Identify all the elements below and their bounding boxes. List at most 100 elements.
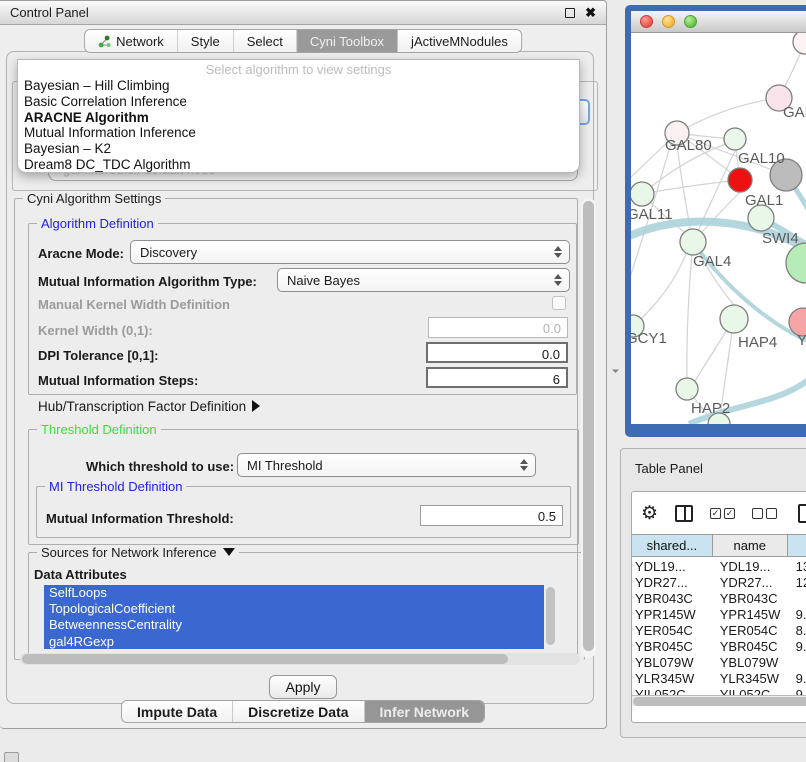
manual-kernel-width-checkbox[interactable] (552, 296, 566, 310)
mi-threshold-definition-title: MI Threshold Definition (45, 479, 186, 494)
tab-network[interactable]: Network (85, 30, 178, 52)
network-node[interactable] (676, 378, 698, 400)
table-row[interactable]: YPR145WYPR145W9. (632, 607, 806, 623)
network-icon (98, 35, 111, 48)
apply-button[interactable]: Apply (269, 675, 337, 699)
panel-resize-handle[interactable] (612, 366, 619, 373)
tab-network-label: Network (116, 34, 164, 49)
table-row[interactable]: YBR043CYBR043C (632, 591, 806, 607)
algorithm-option[interactable]: ARACNE Algorithm (18, 110, 579, 126)
export-table-icon[interactable] (798, 504, 806, 523)
network-node[interactable] (728, 168, 752, 192)
algorithm-dropdown-popup: Select algorithm to view settings Bayesi… (17, 59, 580, 173)
manual-kernel-width-label: Manual Kernel Width Definition (38, 297, 230, 312)
algorithm-dropdown-list: Bayesian – Hill ClimbingBasic Correlatio… (18, 78, 579, 173)
network-node[interactable] (631, 182, 654, 206)
column-header-shared[interactable]: shared... (632, 535, 713, 556)
algorithm-option[interactable]: Basic Correlation Inference (18, 94, 579, 110)
attributes-scrollbar[interactable] (545, 586, 556, 648)
table-row[interactable]: YLR345WYLR345W9. (632, 671, 806, 687)
column-header-partial[interactable]: A (788, 535, 806, 556)
network-node-label: HAP4 (738, 334, 777, 351)
table-panel-box: ⚙ ✓✓ shared... name A YDL19...YDL19...13… (631, 491, 806, 723)
tab-cyni-toolbox[interactable]: Cyni Toolbox (297, 30, 398, 52)
table-cell: YER054C (713, 623, 788, 639)
algorithm-dropdown-prompt: Select algorithm to view settings (18, 60, 579, 78)
network-node-label: GAL (783, 104, 806, 121)
close-panel-icon[interactable]: ✖ (585, 8, 596, 18)
gear-icon[interactable]: ⚙ (641, 504, 658, 523)
algorithm-option[interactable]: Mutual Information Inference (18, 125, 579, 141)
sources-title[interactable]: Sources for Network Inference (37, 545, 239, 560)
table-cell: 13 (788, 559, 806, 575)
column-header-name[interactable]: name (713, 535, 788, 556)
select-all-checkboxes-icon[interactable]: ✓✓ (710, 508, 735, 519)
tab-discretize-data[interactable]: Discretize Data (233, 701, 364, 722)
attribute-item[interactable]: TopologicalCoefficient (44, 601, 544, 617)
zoom-window-icon[interactable] (684, 15, 697, 28)
mi-threshold-field[interactable]: 0.5 (420, 505, 563, 526)
control-panel-title: Control Panel (10, 5, 89, 20)
table-cell: YLR345W (713, 671, 788, 687)
table-cell: YBR045C (632, 639, 713, 655)
table-row[interactable]: YDR27...YDR27...12 (632, 575, 806, 591)
table-row[interactable]: YIL052CYIL052C9 (632, 687, 806, 695)
table-cell: 9. (788, 639, 806, 655)
network-node-label: GAL10 (738, 150, 785, 167)
algorithm-option[interactable]: Bayesian – Hill Climbing (18, 78, 579, 94)
which-threshold-select[interactable]: MI Threshold (237, 453, 536, 477)
network-node[interactable] (680, 229, 706, 255)
aracne-mode-label: Aracne Mode: (38, 246, 124, 261)
table-panel-title: Table Panel (621, 449, 806, 476)
network-node-label: Y (797, 332, 806, 349)
hub-definition-expander[interactable]: Hub/Transcription Factor Definition (38, 399, 260, 414)
table-cell: YDR27... (713, 575, 788, 591)
table-row[interactable]: YBL079WYBL079W (632, 655, 806, 671)
algorithm-option[interactable]: Bayesian – K2 (18, 141, 579, 157)
table-row[interactable]: YBR045CYBR045C9. (632, 639, 806, 655)
columns-icon[interactable] (675, 505, 693, 522)
table-horizontal-scrollbar[interactable] (632, 695, 806, 706)
network-node[interactable] (786, 243, 806, 283)
float-panel-icon[interactable] (565, 8, 575, 18)
settings-group-title: Cyni Algorithm Settings (23, 191, 165, 206)
network-node[interactable] (793, 33, 806, 54)
dpi-tolerance-field[interactable]: 0.0 (426, 342, 568, 363)
network-window-titlebar (631, 11, 806, 33)
algorithm-option[interactable]: Dream8 DC_TDC Algorithm (18, 157, 579, 173)
mi-steps-field[interactable]: 6 (426, 367, 568, 388)
control-panel-window: Control Panel ✖ Network Style Select Cyn… (0, 0, 607, 729)
tab-infer-network[interactable]: Infer Network (365, 701, 484, 722)
table-panel: Table Panel ⚙ ✓✓ shared... name A YDL19.… (620, 448, 806, 738)
network-node-label: GCY1 (631, 330, 667, 347)
data-attributes-list[interactable]: SelfLoopsTopologicalCoefficientBetweenne… (44, 585, 544, 649)
table-cell: YPR145W (632, 607, 713, 623)
network-canvas[interactable]: GALGAL80GAL10GAL1GAL11SWI4GAL4GCY1HAP4YH… (631, 33, 806, 424)
table-toolbar: ⚙ ✓✓ (632, 492, 806, 534)
table-cell: 9. (788, 607, 806, 623)
kernel-width-field[interactable]: 0.0 (428, 317, 568, 338)
attribute-item[interactable]: BetweennessCentrality (44, 617, 544, 633)
network-node[interactable] (724, 128, 746, 150)
attribute-item[interactable]: SelfLoops (44, 585, 544, 601)
bottom-left-widget-fragment[interactable] (4, 752, 19, 762)
network-node-label: GAL11 (631, 206, 673, 223)
network-node[interactable] (720, 305, 748, 333)
close-window-icon[interactable] (640, 15, 653, 28)
collapse-down-icon (223, 548, 235, 556)
tab-select[interactable]: Select (234, 30, 297, 52)
table-row[interactable]: YER054CYER054C8. (632, 623, 806, 639)
aracne-mode-select[interactable]: Discovery (130, 240, 570, 264)
deselect-all-checkboxes-icon[interactable] (752, 508, 777, 519)
minimize-window-icon[interactable] (662, 15, 675, 28)
mi-algorithm-type-select[interactable]: Naive Bayes (277, 268, 570, 292)
table-cell (788, 591, 806, 607)
attribute-item[interactable]: gal4RGexp (44, 634, 544, 649)
table-rows[interactable]: YDL19...YDL19...13YDR27...YDR27...12YBR0… (632, 557, 806, 695)
tab-style[interactable]: Style (178, 30, 234, 52)
settings-vertical-scrollbar[interactable] (581, 198, 596, 658)
tab-impute-data[interactable]: Impute Data (122, 701, 233, 722)
tab-jactivemnodules[interactable]: jActiveMNodules (398, 30, 521, 52)
settings-horizontal-scrollbar[interactable] (20, 653, 580, 665)
table-row[interactable]: YDL19...YDL19...13 (632, 559, 806, 575)
